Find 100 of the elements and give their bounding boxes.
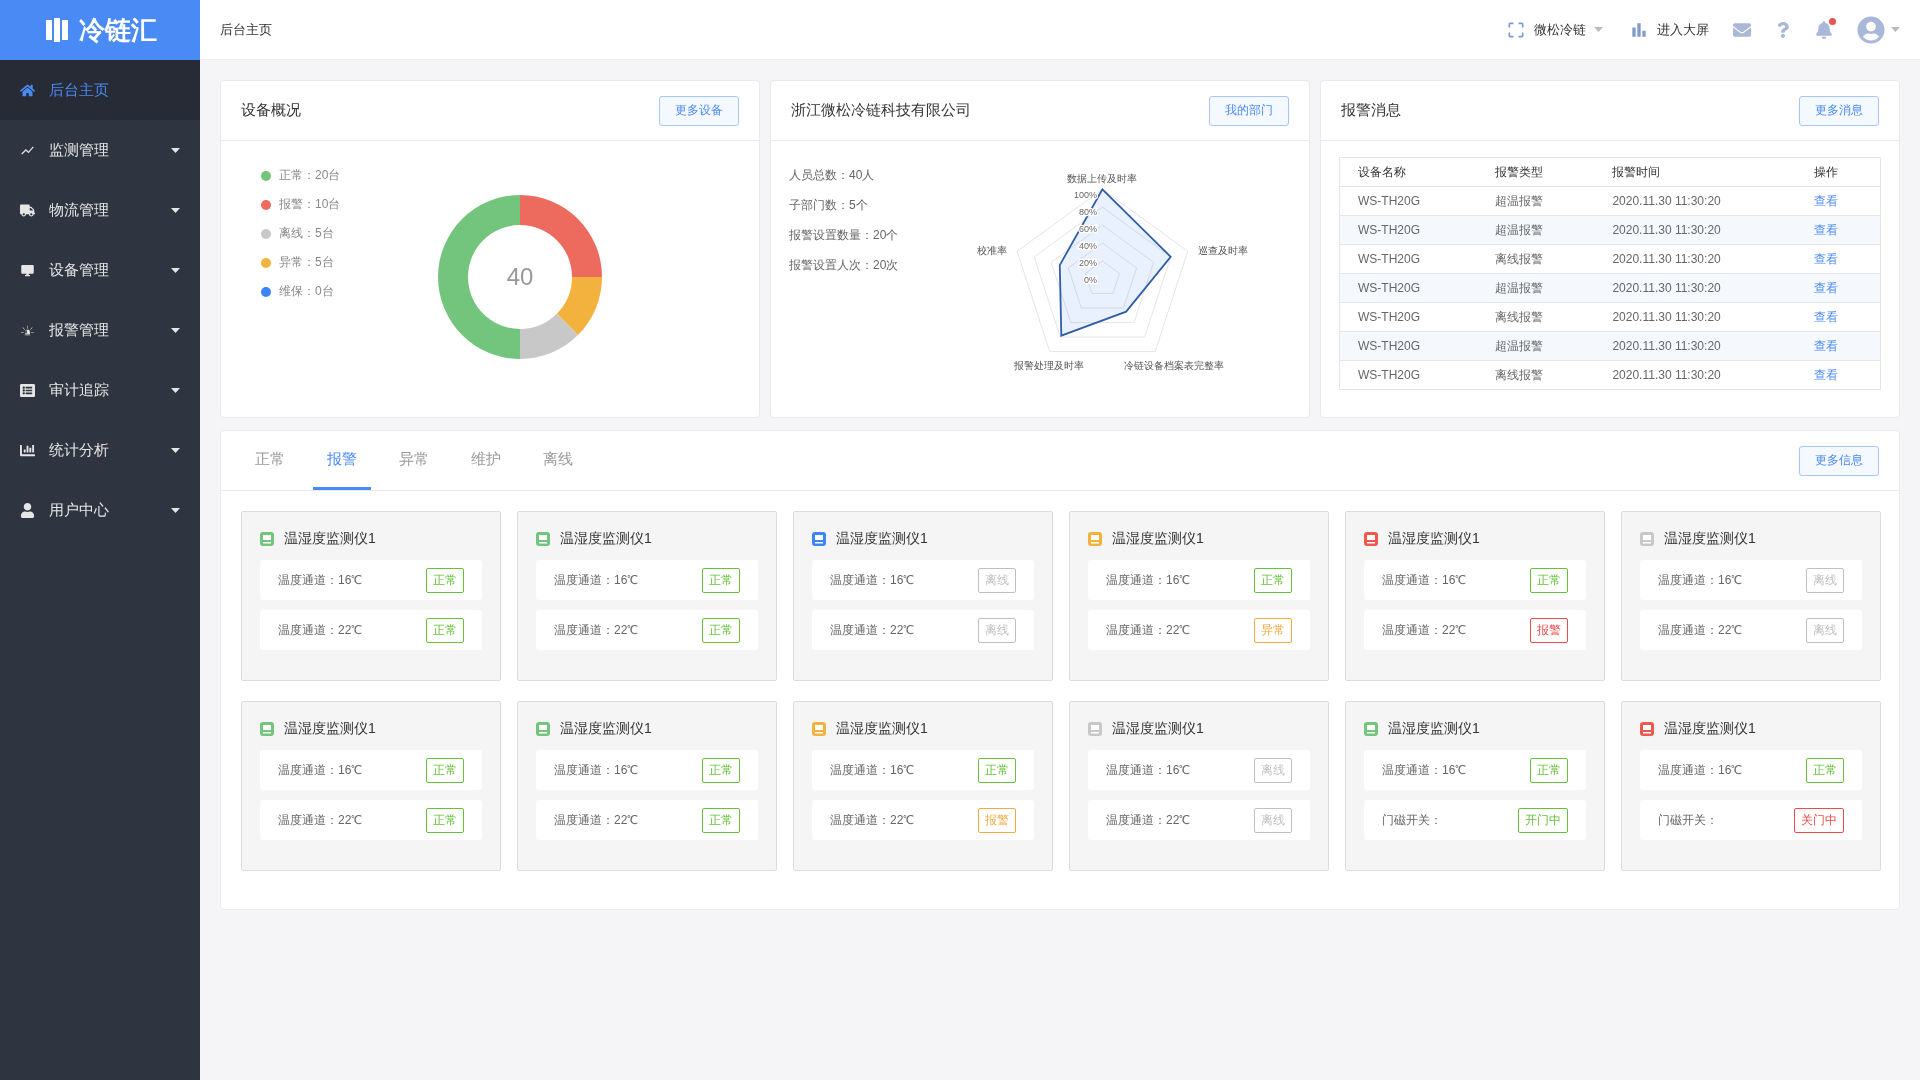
logo-text: 冷链汇 bbox=[79, 13, 157, 47]
sidebar-item[interactable]: 统计分析 bbox=[0, 420, 200, 480]
device-name: 温湿度监测仪1 bbox=[836, 720, 928, 738]
org-switcher[interactable]: 微松冷链 bbox=[1506, 19, 1603, 40]
view-link[interactable]: 查看 bbox=[1814, 367, 1838, 382]
panel-title: 报警消息 bbox=[1341, 101, 1401, 120]
table-cell: 2020.11.30 11:30:20 bbox=[1594, 331, 1796, 361]
device-card[interactable]: 温湿度监测仪1 温度通道：16℃ 正常 温度通道：22℃ 异常 bbox=[1069, 511, 1329, 681]
channel-label: 温度通道：16℃ bbox=[1106, 571, 1191, 589]
help-button[interactable] bbox=[1775, 21, 1791, 38]
table-cell: WS-TH20G bbox=[1339, 302, 1478, 332]
status-tag: 正常 bbox=[702, 757, 740, 783]
table-cell: 2020.11.30 11:30:20 bbox=[1594, 360, 1796, 390]
status-tag: 正常 bbox=[702, 807, 740, 833]
channel-label: 温度通道：22℃ bbox=[554, 621, 639, 639]
channel-label: 温度通道：22℃ bbox=[278, 621, 363, 639]
sidebar-item[interactable]: 物流管理 bbox=[0, 180, 200, 240]
status-tag: 离线 bbox=[978, 567, 1016, 593]
radar-axis-label: 校准率 bbox=[977, 244, 1008, 256]
channel-label: 温度通道：22℃ bbox=[1382, 621, 1467, 639]
channel-label: 温度通道：16℃ bbox=[278, 571, 363, 589]
user-icon bbox=[20, 502, 35, 518]
caret-icon bbox=[1594, 27, 1603, 32]
device-card[interactable]: 温湿度监测仪1 温度通道：16℃ 正常 温度通道：22℃ 报警 bbox=[793, 701, 1053, 871]
view-link[interactable]: 查看 bbox=[1814, 193, 1838, 208]
sidebar-item[interactable]: 后台主页 bbox=[0, 60, 200, 120]
device-card[interactable]: 温湿度监测仪1 温度通道：16℃ 正常 门磁开关： 关门中 bbox=[1621, 701, 1881, 871]
table-cell: WS-TH20G bbox=[1339, 215, 1478, 245]
device-card[interactable]: 温湿度监测仪1 温度通道：16℃ 正常 温度通道：22℃ 正常 bbox=[241, 511, 501, 681]
view-link[interactable]: 查看 bbox=[1814, 251, 1838, 266]
sidebar-item-label: 统计分析 bbox=[49, 440, 110, 460]
device-name: 温湿度监测仪1 bbox=[1112, 530, 1204, 548]
channel-label: 温度通道：16℃ bbox=[1658, 571, 1743, 589]
legend-label: 正常：20台 bbox=[279, 167, 341, 184]
device-card[interactable]: 温湿度监测仪1 温度通道：16℃ 正常 门磁开关： 开门中 bbox=[1345, 701, 1605, 871]
sidebar-item[interactable]: 设备管理 bbox=[0, 240, 200, 300]
stat-text: 子部门数：5个 bbox=[789, 197, 869, 214]
device-card[interactable]: 温湿度监测仪1 温度通道：16℃ 离线 温度通道：22℃ 离线 bbox=[1069, 701, 1329, 871]
table-cell: WS-TH20G bbox=[1339, 244, 1478, 274]
status-tag: 正常 bbox=[1254, 567, 1292, 593]
channel-label: 温度通道：16℃ bbox=[1382, 571, 1467, 589]
status-tag: 正常 bbox=[426, 567, 464, 593]
notification-button[interactable] bbox=[1815, 20, 1833, 39]
donut-total: 40 bbox=[507, 263, 534, 290]
sidebar-item[interactable]: 审计追踪 bbox=[0, 360, 200, 420]
status-tag: 正常 bbox=[426, 757, 464, 783]
avatar-button[interactable] bbox=[1857, 15, 1900, 44]
avatar-icon bbox=[1857, 15, 1885, 44]
sidebar-item-label: 监测管理 bbox=[49, 140, 110, 160]
channel-label: 温度通道：22℃ bbox=[278, 811, 363, 829]
sidebar-item[interactable]: 报警管理 bbox=[0, 300, 200, 360]
mail-button[interactable] bbox=[1733, 20, 1751, 39]
status-tag: 报警 bbox=[1530, 617, 1568, 643]
device-card[interactable]: 温湿度监测仪1 温度通道：16℃ 正常 温度通道：22℃ 正常 bbox=[517, 511, 777, 681]
column-header: 报警时间 bbox=[1594, 157, 1796, 187]
channel-label: 温度通道：16℃ bbox=[278, 761, 363, 779]
stat-text: 报警设置人次：20次 bbox=[789, 257, 900, 274]
channel-label: 温度通道：16℃ bbox=[830, 761, 915, 779]
status-tab[interactable]: 报警 bbox=[313, 431, 371, 490]
device-name: 温湿度监测仪1 bbox=[1388, 530, 1480, 548]
table-cell: 超温报警 bbox=[1477, 215, 1595, 245]
legend-label: 异常：5台 bbox=[279, 254, 334, 271]
sidebar-item-label: 报警管理 bbox=[49, 320, 110, 340]
sidebar-item[interactable]: 用户中心 bbox=[0, 480, 200, 540]
table-cell: 离线报警 bbox=[1477, 360, 1595, 390]
channel-label: 门磁开关： bbox=[1382, 811, 1442, 829]
table-cell: 2020.11.30 11:30:20 bbox=[1594, 215, 1796, 245]
table-cell: 2020.11.30 11:30:20 bbox=[1594, 186, 1796, 216]
device-card[interactable]: 温湿度监测仪1 温度通道：16℃ 正常 温度通道：22℃ 报警 bbox=[1345, 511, 1605, 681]
monitor-icon bbox=[20, 262, 35, 278]
stat-text: 报警设置数量：20个 bbox=[789, 227, 900, 244]
view-link[interactable]: 查看 bbox=[1814, 309, 1838, 324]
status-tag: 关门中 bbox=[1794, 807, 1844, 833]
channel-label: 温度通道：22℃ bbox=[1106, 621, 1191, 639]
sidebar-item-label: 设备管理 bbox=[49, 260, 110, 280]
channel-label: 温度通道：16℃ bbox=[554, 761, 639, 779]
device-card[interactable]: 温湿度监测仪1 温度通道：16℃ 正常 温度通道：22℃ 正常 bbox=[241, 701, 501, 871]
mail-icon bbox=[1733, 20, 1751, 39]
table-cell: 2020.11.30 11:30:20 bbox=[1594, 302, 1796, 332]
channel-label: 温度通道：16℃ bbox=[1106, 761, 1191, 779]
status-tag: 正常 bbox=[1806, 757, 1844, 783]
device-card[interactable]: 温湿度监测仪1 温度通道：16℃ 离线 温度通道：22℃ 离线 bbox=[793, 511, 1053, 681]
radar-axis-label: 巡查及时率 bbox=[1197, 244, 1248, 256]
radar-axis-label: 数据上传及时率 bbox=[1067, 173, 1138, 185]
status-tag: 正常 bbox=[978, 757, 1016, 783]
status-tag: 离线 bbox=[1254, 807, 1292, 833]
device-name: 温湿度监测仪1 bbox=[1664, 530, 1756, 548]
radar-tick-label: 40% bbox=[1079, 241, 1098, 252]
channel-label: 温度通道：22℃ bbox=[830, 621, 915, 639]
big-screen-button[interactable]: 进入大屏 bbox=[1629, 19, 1709, 40]
sidebar-item[interactable]: 监测管理 bbox=[0, 120, 200, 180]
truck-icon bbox=[20, 202, 35, 218]
channel-label: 温度通道：22℃ bbox=[1658, 621, 1743, 639]
status-tag: 异常 bbox=[1254, 617, 1292, 643]
channel-label: 温度通道：22℃ bbox=[554, 811, 639, 829]
status-tag: 开门中 bbox=[1518, 807, 1568, 833]
device-card[interactable]: 温湿度监测仪1 温度通道：16℃ 正常 温度通道：22℃ 正常 bbox=[517, 701, 777, 871]
device-name: 温湿度监测仪1 bbox=[284, 720, 376, 738]
device-card[interactable]: 温湿度监测仪1 温度通道：16℃ 离线 温度通道：22℃ 离线 bbox=[1621, 511, 1881, 681]
channel-label: 门磁开关： bbox=[1658, 811, 1718, 829]
